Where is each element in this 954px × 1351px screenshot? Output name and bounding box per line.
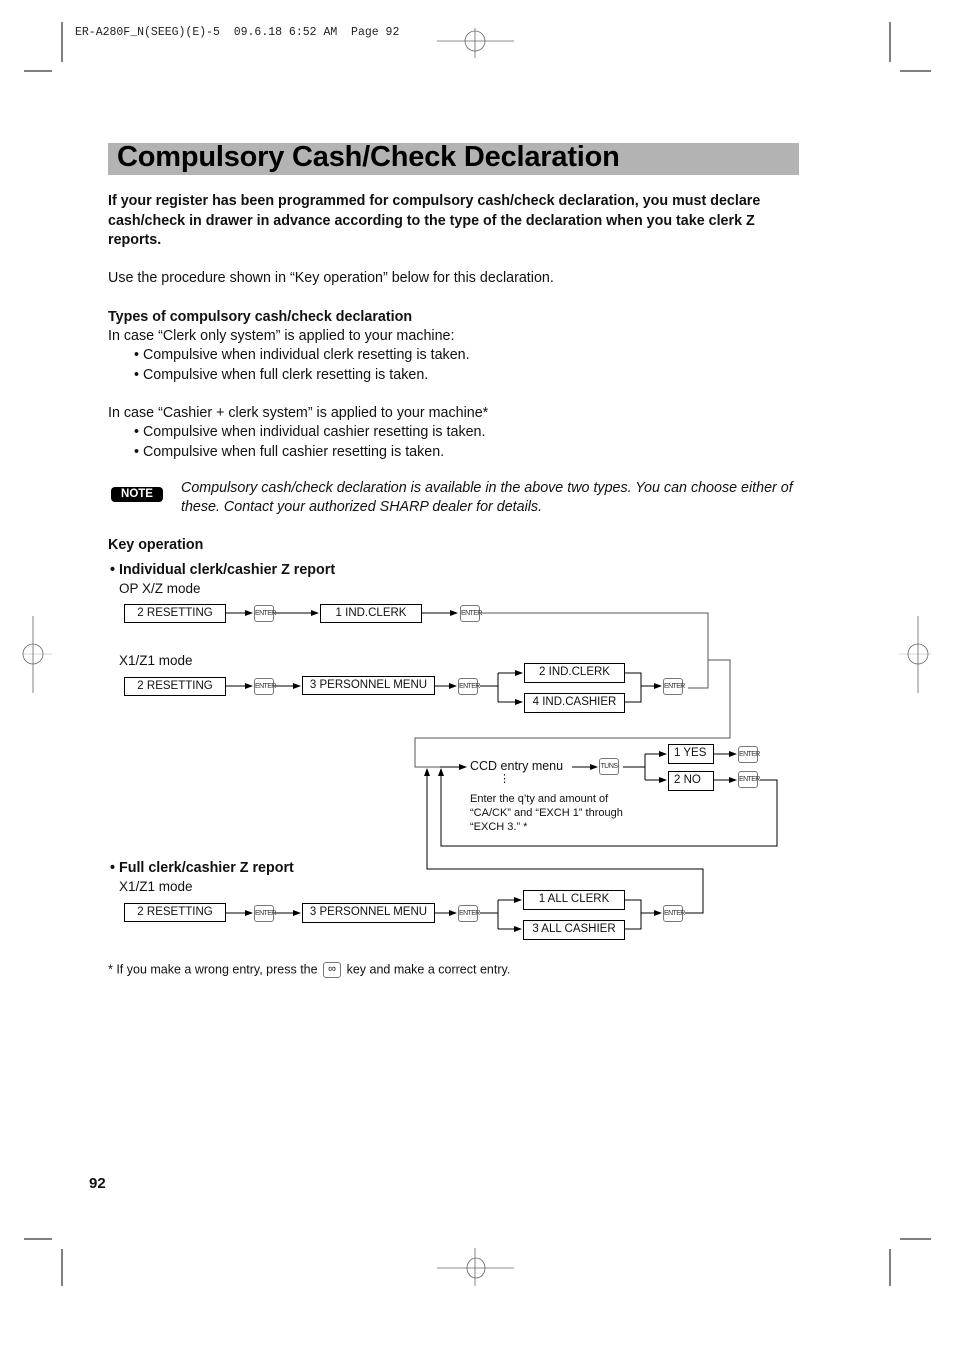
branch-box-all-clerk: 1 ALL CLERK bbox=[523, 890, 625, 910]
cashier-clerk-bullet: • Compulsive when individual cashier res… bbox=[134, 424, 486, 440]
step-box-ind-clerk: 1 IND.CLERK bbox=[320, 604, 422, 623]
dots: ⋮ bbox=[499, 773, 510, 785]
ccd-entry-menu-label: CCD entry menu bbox=[470, 759, 564, 773]
clerk-only-intro: In case “Clerk only system” is applied t… bbox=[108, 328, 455, 344]
step-box-resetting: 2 RESETTING bbox=[124, 677, 226, 696]
option-box-yes: 1 YES bbox=[668, 744, 714, 764]
clerk-only-bullet: • Compulsive when individual clerk reset… bbox=[134, 347, 470, 363]
intro-paragraph: If your register has been programmed for… bbox=[108, 193, 761, 249]
step-box-resetting: 2 RESETTING bbox=[124, 604, 226, 623]
x1-mode-label: X1/Z1 mode bbox=[119, 653, 193, 668]
procedure-note: Use the procedure shown in “Key operatio… bbox=[108, 270, 554, 286]
step-box-personnel-menu: 3 PERSONNEL MENU bbox=[302, 903, 435, 923]
full-heading: • Full clerk/cashier Z report bbox=[110, 860, 294, 876]
clerk-only-bullet: • Compulsive when full clerk resetting i… bbox=[134, 367, 429, 383]
step-box-personnel-menu: 3 PERSONNEL MENU bbox=[302, 676, 435, 695]
enter-key-icon: ENTER bbox=[663, 678, 685, 695]
enter-key-icon: ENTER bbox=[254, 605, 276, 622]
cashier-clerk-bullet: • Compulsive when full cashier resetting… bbox=[134, 444, 445, 460]
enter-key-icon: ENTER bbox=[738, 746, 760, 763]
individual-heading: • Individual clerk/cashier Z report bbox=[110, 562, 336, 578]
footnote: * If you make a wrong entry, press the ∞… bbox=[108, 962, 510, 978]
ccd-instruction-line: Enter the q’ty and amount of bbox=[470, 793, 609, 805]
note-text: Compulsory cash/check declaration is ava… bbox=[181, 480, 793, 515]
enter-key-icon: ENTER bbox=[254, 678, 276, 695]
footnote-before: * If you make a wrong entry, press the bbox=[108, 962, 318, 977]
branch-box-all-cashier: 3 ALL CASHIER bbox=[523, 920, 625, 940]
step-box-resetting: 2 RESETTING bbox=[124, 903, 226, 922]
option-box-no: 2 NO bbox=[668, 771, 714, 791]
branch-box-ind-clerk: 2 IND.CLERK bbox=[524, 663, 625, 683]
page-number: 92 bbox=[89, 1175, 106, 1192]
key-operation-heading: Key operation bbox=[108, 537, 204, 553]
cashier-clerk-intro: In case “Cashier + clerk system” is appl… bbox=[108, 405, 489, 421]
enter-key-icon: ENTER bbox=[663, 905, 685, 922]
branch-box-ind-cashier: 4 IND.CASHIER bbox=[524, 693, 625, 713]
types-heading: Types of compulsory cash/check declarati… bbox=[108, 309, 413, 325]
enter-key-icon: ENTER bbox=[738, 771, 760, 788]
enter-key-icon: ENTER bbox=[458, 905, 480, 922]
page-title: Compulsory Cash/Check Declaration bbox=[117, 141, 620, 173]
footnote-after: key and make a correct entry. bbox=[346, 962, 511, 977]
ccd-instruction-line: “EXCH 3.” * bbox=[470, 821, 528, 833]
note-badge: NOTE bbox=[111, 487, 163, 502]
enter-key-icon: ENTER bbox=[458, 678, 480, 695]
tl-ns-key-icon: TL/NS bbox=[599, 758, 619, 775]
clear-key-icon: ∞ bbox=[323, 962, 342, 978]
op-mode-label: OP X/Z mode bbox=[119, 581, 201, 596]
enter-key-icon: ENTER bbox=[460, 605, 482, 622]
enter-key-icon: ENTER bbox=[254, 905, 276, 922]
ccd-instruction-line: “CA/CK” and “EXCH 1” through bbox=[470, 807, 623, 819]
full-mode-label: X1/Z1 mode bbox=[119, 879, 193, 894]
